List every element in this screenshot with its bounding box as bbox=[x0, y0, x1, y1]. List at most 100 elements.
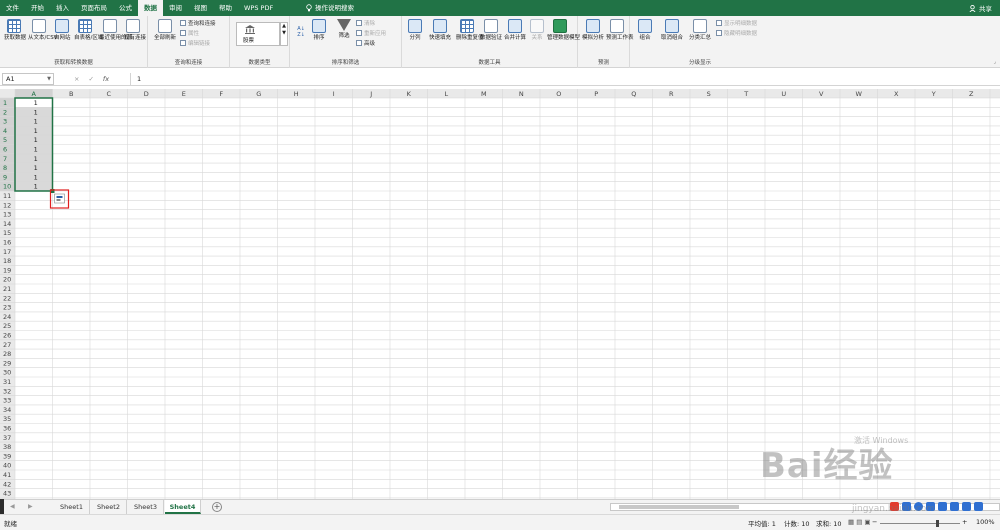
column-header-I[interactable]: I bbox=[333, 90, 335, 98]
row-header-36[interactable]: 36 bbox=[3, 425, 11, 433]
cell-A10[interactable]: 1 bbox=[34, 183, 38, 191]
gallery-scroll[interactable]: ▲ ▼ bbox=[280, 22, 288, 46]
from-web-button[interactable]: 自网站 bbox=[54, 19, 71, 42]
row-header-23[interactable]: 23 bbox=[3, 304, 11, 312]
reapply-button[interactable]: 重新应用 bbox=[356, 30, 386, 38]
row-header-19[interactable]: 19 bbox=[3, 266, 11, 274]
view-mode-icons[interactable]: ▦ ▤ ▣ bbox=[848, 518, 871, 526]
cell-A7[interactable]: 1 bbox=[34, 155, 38, 163]
scrollbar-thumb[interactable] bbox=[619, 505, 739, 509]
row-header-13[interactable]: 13 bbox=[3, 211, 11, 219]
column-header-N[interactable]: N bbox=[519, 90, 524, 98]
manage-data-model-button[interactable]: 管理数据模型 bbox=[547, 19, 580, 42]
formula-input[interactable]: 1 bbox=[130, 73, 992, 85]
column-header-J[interactable]: J bbox=[369, 90, 372, 98]
cell-A5[interactable]: 1 bbox=[34, 136, 38, 144]
column-header-M[interactable]: M bbox=[481, 90, 487, 98]
row-header-4[interactable]: 4 bbox=[3, 127, 7, 135]
show-detail-button[interactable]: 显示明细数据 bbox=[716, 20, 757, 28]
subtotal-button[interactable]: 分类汇总 bbox=[688, 19, 712, 42]
column-header-H[interactable]: H bbox=[294, 90, 299, 98]
row-header-41[interactable]: 41 bbox=[3, 471, 11, 479]
edit-links-button[interactable]: 编辑链接 bbox=[180, 40, 210, 48]
tab-0[interactable]: 文件 bbox=[0, 0, 25, 16]
recent-sources-button[interactable]: 最近使用的源 bbox=[99, 19, 132, 42]
ime-skin-icon[interactable] bbox=[962, 502, 971, 511]
column-header-E[interactable]: E bbox=[182, 90, 186, 98]
enter-icon[interactable]: ✓ bbox=[88, 73, 93, 85]
row-header-33[interactable]: 33 bbox=[3, 397, 11, 405]
cell-A8[interactable]: 1 bbox=[34, 164, 38, 172]
sheet-tab-3[interactable]: Sheet3 bbox=[128, 500, 164, 514]
row-header-6[interactable]: 6 bbox=[3, 146, 7, 154]
column-header-R[interactable]: R bbox=[669, 90, 674, 98]
dialog-launcher-icon[interactable]: ⌟ bbox=[994, 59, 996, 65]
forecast-sheet-button[interactable]: 预测工作表 bbox=[606, 19, 634, 42]
ime-mic-icon[interactable] bbox=[938, 502, 947, 511]
quick-analysis-icon[interactable] bbox=[54, 193, 65, 204]
scroll-left-icon[interactable]: ◀ bbox=[10, 503, 15, 510]
column-header-K[interactable]: K bbox=[407, 90, 412, 98]
what-if-button[interactable]: 模拟分析 bbox=[581, 19, 605, 42]
row-header-15[interactable]: 15 bbox=[3, 229, 11, 237]
tell-me-search[interactable]: 操作说明搜索 bbox=[300, 0, 360, 16]
row-header-7[interactable]: 7 bbox=[3, 155, 7, 163]
row-header-14[interactable]: 14 bbox=[3, 220, 11, 228]
tab-8[interactable]: 帮助 bbox=[213, 0, 238, 16]
share-button[interactable]: 共享 bbox=[969, 3, 1000, 13]
remove-duplicates-button[interactable]: 删除重复值 bbox=[456, 19, 484, 42]
sheet-tab-4[interactable]: Sheet4 bbox=[165, 500, 201, 514]
tab-4[interactable]: 公式 bbox=[113, 0, 138, 16]
column-header-B[interactable]: B bbox=[69, 90, 73, 98]
cell-A9[interactable]: 1 bbox=[34, 173, 38, 181]
row-header-38[interactable]: 38 bbox=[3, 443, 11, 451]
column-header-V[interactable]: V bbox=[819, 90, 824, 98]
column-header-W[interactable]: W bbox=[856, 90, 863, 98]
tab-5[interactable]: 数据 bbox=[138, 0, 163, 16]
get-data-button[interactable]: 获取数据 bbox=[4, 19, 26, 42]
column-header-C[interactable]: C bbox=[106, 90, 111, 98]
tab-7[interactable]: 视图 bbox=[188, 0, 213, 16]
advanced-filter-button[interactable]: 高级 bbox=[356, 40, 375, 48]
row-header-1[interactable]: 1 bbox=[3, 99, 7, 107]
zoom-slider[interactable] bbox=[880, 520, 960, 527]
refresh-all-button[interactable]: 全部刷新 bbox=[152, 19, 178, 42]
add-sheet-button[interactable]: + bbox=[212, 502, 222, 512]
column-header-S[interactable]: S bbox=[707, 90, 711, 98]
row-header-20[interactable]: 20 bbox=[3, 276, 11, 284]
scroll-right-icon[interactable]: ▶ bbox=[28, 503, 33, 510]
row-header-5[interactable]: 5 bbox=[3, 136, 7, 144]
cancel-icon[interactable]: × bbox=[74, 73, 79, 85]
ime-keyboard-icon[interactable] bbox=[950, 502, 959, 511]
row-header-43[interactable]: 43 bbox=[3, 490, 11, 498]
column-header-F[interactable]: F bbox=[219, 90, 223, 98]
tab-2[interactable]: 插入 bbox=[50, 0, 75, 16]
text-to-columns-button[interactable]: 分列 bbox=[406, 19, 424, 42]
row-header-26[interactable]: 26 bbox=[3, 332, 11, 340]
row-header-30[interactable]: 30 bbox=[3, 369, 11, 377]
tab-3[interactable]: 页面布局 bbox=[75, 0, 113, 16]
sort-az-button[interactable]: A↓ Z↓ bbox=[294, 26, 308, 38]
flash-fill-button[interactable]: 快速填充 bbox=[426, 19, 454, 42]
row-header-12[interactable]: 12 bbox=[3, 201, 11, 209]
cell-A3[interactable]: 1 bbox=[34, 118, 38, 126]
zoom-level[interactable]: 100% bbox=[976, 518, 995, 526]
row-header-27[interactable]: 27 bbox=[3, 341, 11, 349]
from-text-csv-button[interactable]: 从文本/CSV bbox=[28, 19, 57, 42]
column-header-X[interactable]: X bbox=[894, 90, 899, 98]
column-header-O[interactable]: O bbox=[556, 90, 561, 98]
insert-function-icon[interactable]: fx bbox=[103, 73, 109, 85]
cell-A2[interactable]: 1 bbox=[34, 108, 38, 116]
cell-A6[interactable]: 1 bbox=[34, 146, 38, 154]
zoom-in-icon[interactable]: + bbox=[962, 518, 967, 526]
row-header-31[interactable]: 31 bbox=[3, 378, 11, 386]
row-header-9[interactable]: 9 bbox=[3, 173, 7, 181]
column-header-Y[interactable]: Y bbox=[931, 90, 936, 98]
group-button[interactable]: 组合 bbox=[636, 19, 654, 42]
row-header-8[interactable]: 8 bbox=[3, 164, 7, 172]
filter-button[interactable]: 筛选 bbox=[336, 19, 352, 40]
row-header-11[interactable]: 11 bbox=[3, 192, 11, 200]
column-header-A[interactable]: A bbox=[32, 90, 37, 98]
zoom-out-icon[interactable]: − bbox=[872, 518, 877, 526]
row-header-24[interactable]: 24 bbox=[3, 313, 11, 321]
